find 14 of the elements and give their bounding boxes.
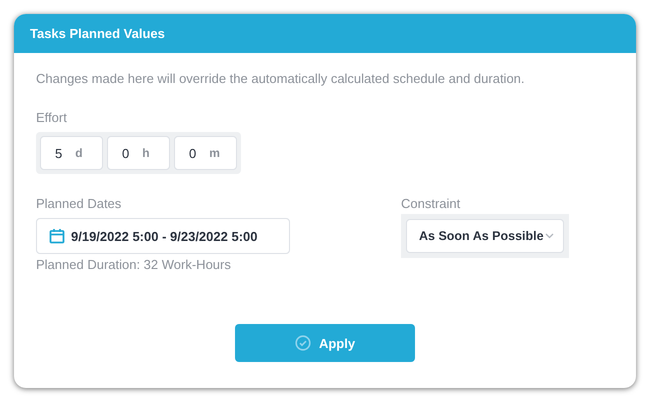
field-label: Planned Dates xyxy=(36,196,122,211)
calendar-icon xyxy=(49,228,65,244)
check-circle-icon xyxy=(294,335,311,351)
field-label: Effort xyxy=(36,110,68,125)
chevron-down-icon xyxy=(544,233,554,239)
field-label: Constraint xyxy=(401,196,462,211)
date-range-field[interactable]: 9/19/2022 5:00 - 9/23/2022 5:00 xyxy=(36,218,290,254)
effort-field[interactable]: 0 m xyxy=(174,136,237,170)
effort-field[interactable]: 5 d xyxy=(40,136,103,170)
constraint-select[interactable]: As Soon As Possible xyxy=(406,219,564,253)
duration-text: Planned Duration: 32 Work-Hours xyxy=(36,257,232,272)
effort-field[interactable]: 0 h xyxy=(107,136,170,170)
dialog-title: Tasks Planned Values xyxy=(30,26,165,41)
notice-text: Changes made here will override the automatically calculated schedule and duration. xyxy=(36,71,526,86)
